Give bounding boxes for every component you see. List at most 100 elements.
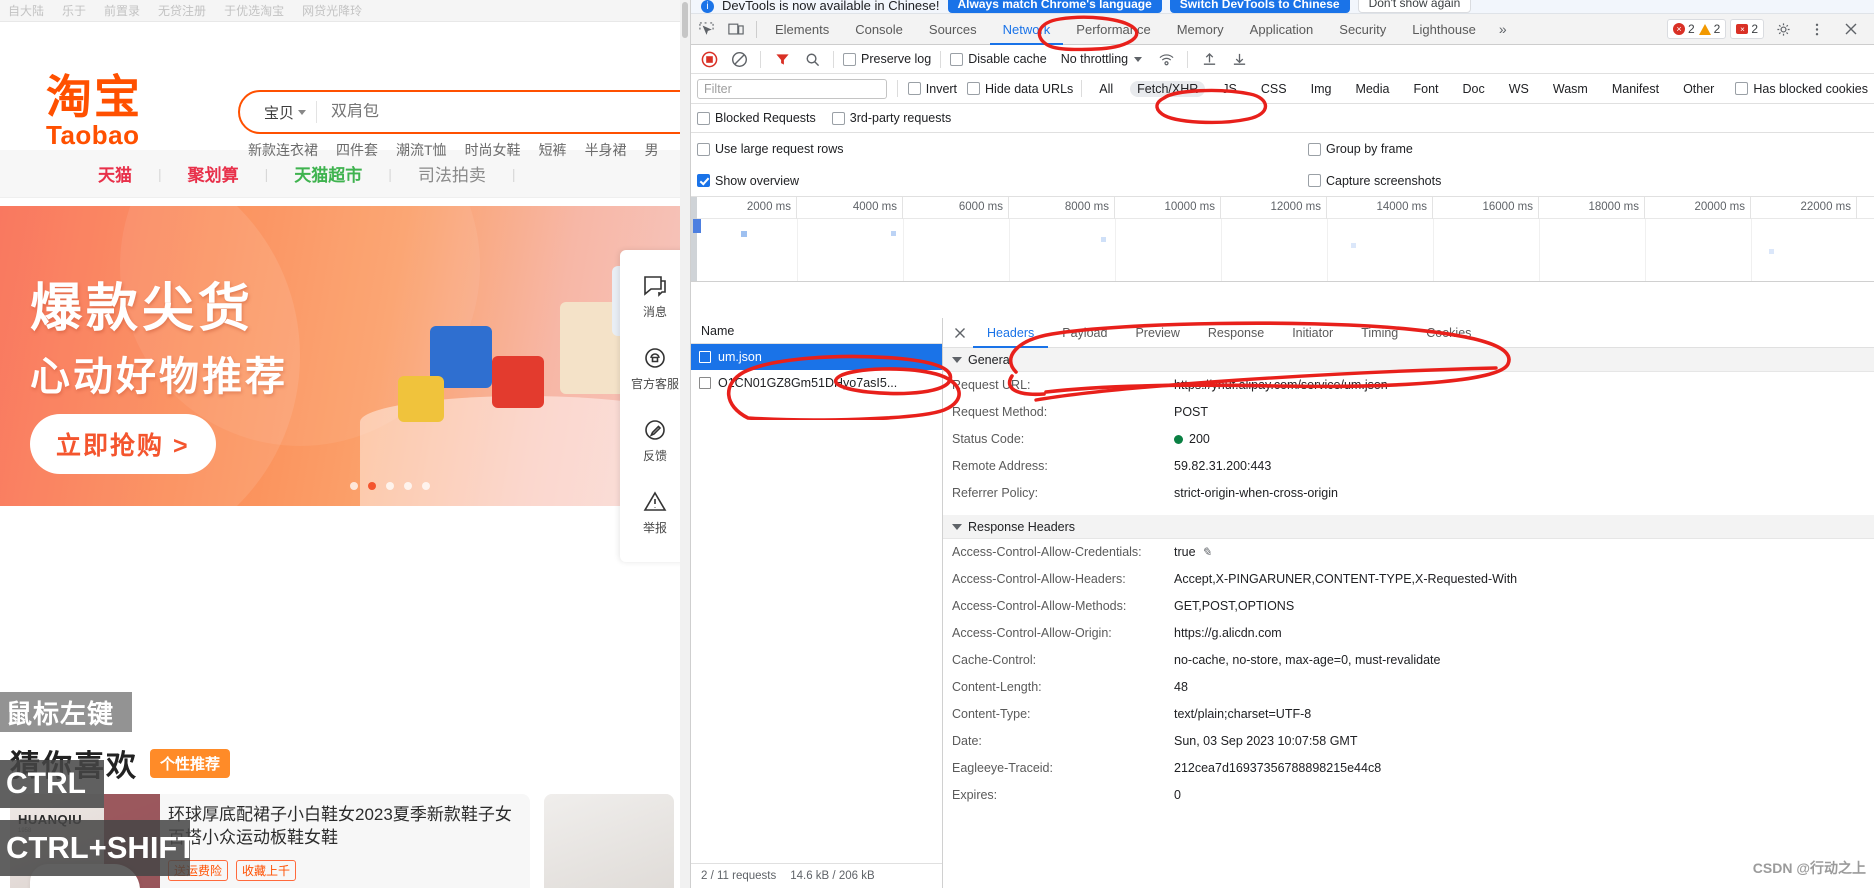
- filter-type-media[interactable]: Media: [1348, 81, 1396, 97]
- page-scrollbar[interactable]: [680, 0, 690, 888]
- product-card[interactable]: [544, 794, 674, 888]
- clear-icon[interactable]: [727, 47, 751, 71]
- topbar-item[interactable]: 无贷注册: [158, 2, 206, 19]
- filter-type-ws[interactable]: WS: [1502, 81, 1536, 97]
- request-checkbox[interactable]: [699, 351, 711, 363]
- device-toolbar-icon[interactable]: [721, 14, 751, 44]
- detail-tab-preview[interactable]: Preview: [1121, 318, 1193, 348]
- hotword-link[interactable]: 新款连衣裙: [248, 140, 318, 160]
- disable-cache-checkbox[interactable]: Disable cache: [950, 52, 1047, 66]
- filter-type-wasm[interactable]: Wasm: [1546, 81, 1595, 97]
- filter-type-fetch-xhr[interactable]: Fetch/XHR: [1130, 80, 1206, 97]
- tab-performance[interactable]: Performance: [1063, 14, 1163, 45]
- preserve-log-checkbox[interactable]: Preserve log: [843, 52, 931, 66]
- filter-type-js[interactable]: JS: [1215, 81, 1244, 97]
- tab-security[interactable]: Security: [1326, 14, 1399, 45]
- tab-network[interactable]: Network: [990, 14, 1064, 45]
- search-category-selector[interactable]: 宝贝: [240, 102, 316, 123]
- message-badge[interactable]: × 2: [1736, 22, 1758, 36]
- export-har-icon[interactable]: [1227, 47, 1251, 71]
- promo-banner[interactable]: 爆款尖货 心动好物推荐 立即抢购 >: [0, 206, 690, 506]
- hotword-link[interactable]: 男: [645, 140, 659, 160]
- detail-tab-response[interactable]: Response: [1194, 318, 1278, 348]
- tab-console[interactable]: Console: [842, 14, 916, 45]
- search-icon[interactable]: [800, 47, 824, 71]
- inspect-element-icon[interactable]: [691, 14, 721, 44]
- dont-show-again-button[interactable]: Don't show again: [1357, 0, 1472, 13]
- carousel-dot[interactable]: [404, 482, 412, 490]
- filter-type-manifest[interactable]: Manifest: [1605, 81, 1666, 97]
- page-scrollbar-thumb[interactable]: [682, 2, 688, 38]
- record-stop-icon[interactable]: [697, 47, 721, 71]
- invert-checkbox[interactable]: Invert: [907, 82, 957, 96]
- carousel-dot[interactable]: [350, 482, 358, 490]
- personalized-tag[interactable]: 个性推荐: [150, 748, 231, 778]
- hotword-link[interactable]: 半身裙: [585, 140, 627, 160]
- search-box[interactable]: 宝贝: [238, 90, 690, 134]
- detail-tab-cookies[interactable]: Cookies: [1412, 318, 1485, 348]
- topbar-item[interactable]: 自大陆: [8, 2, 44, 19]
- blocked-requests-checkbox[interactable]: Blocked Requests: [697, 111, 816, 125]
- error-badge[interactable]: × 2: [1672, 22, 1695, 36]
- filter-type-other[interactable]: Other: [1676, 81, 1721, 97]
- throttling-dropdown[interactable]: No throttling: [1061, 52, 1143, 66]
- hotword-link[interactable]: 潮流T恤: [396, 140, 447, 160]
- hotword-link[interactable]: 四件套: [336, 140, 378, 160]
- filter-type-font[interactable]: Font: [1406, 81, 1445, 97]
- product-title[interactable]: 环球厚底配裙子小白鞋女2023夏季新款鞋子女百搭小众运动板鞋女鞋: [168, 804, 522, 850]
- request-list-header[interactable]: Name: [691, 318, 942, 344]
- detail-tab-initiator[interactable]: Initiator: [1278, 318, 1347, 348]
- warning-badge[interactable]: 2: [1698, 22, 1720, 36]
- capture-screenshots-checkbox[interactable]: Capture screenshots: [1308, 174, 1441, 188]
- use-large-rows-checkbox[interactable]: Use large request rows: [697, 142, 844, 156]
- request-checkbox[interactable]: [699, 377, 711, 389]
- filter-icon[interactable]: [770, 47, 794, 71]
- overview-left-handle[interactable]: [691, 197, 697, 281]
- taobao-logo[interactable]: 淘宝 Taobao: [46, 74, 142, 148]
- table-row[interactable]: um.json: [691, 344, 942, 370]
- topbar-item[interactable]: 网贷光降玲: [302, 2, 362, 19]
- section-header-response-headers[interactable]: Response Headers: [943, 515, 1874, 539]
- topbar-item[interactable]: 前置录: [104, 2, 140, 19]
- table-row[interactable]: O1CN01GZ8Gm51DHyo7asI5...: [691, 370, 942, 396]
- network-overview-timeline[interactable]: 2000 ms 4000 ms 6000 ms 8000 ms 10000 ms…: [691, 197, 1874, 282]
- tab-application[interactable]: Application: [1237, 14, 1327, 45]
- tab-sources[interactable]: Sources: [916, 14, 990, 45]
- switch-devtools-chinese-button[interactable]: Switch DevTools to Chinese: [1169, 0, 1350, 13]
- filter-type-doc[interactable]: Doc: [1456, 81, 1492, 97]
- wifi-icon[interactable]: [1154, 47, 1178, 71]
- detail-tab-timing[interactable]: Timing: [1347, 318, 1412, 348]
- hotword-link[interactable]: 短裤: [539, 140, 567, 160]
- messages-badge-group[interactable]: × 2: [1730, 19, 1764, 39]
- hide-data-urls-checkbox[interactable]: Hide data URLs: [967, 82, 1073, 96]
- section-header-general[interactable]: General: [943, 348, 1874, 372]
- filter-type-all[interactable]: All: [1092, 81, 1120, 97]
- topbar-item[interactable]: 于优选淘宝: [224, 2, 284, 19]
- filter-input[interactable]: Filter: [697, 78, 887, 99]
- tab-lighthouse[interactable]: Lighthouse: [1399, 14, 1489, 45]
- channel-tmall-supermarket[interactable]: 天猫超市: [268, 161, 388, 186]
- group-by-frame-checkbox[interactable]: Group by frame: [1308, 142, 1413, 156]
- show-overview-checkbox[interactable]: Show overview: [697, 174, 799, 188]
- more-tabs-icon[interactable]: »: [1489, 21, 1517, 37]
- edit-pencil-icon[interactable]: ✎: [1202, 542, 1212, 563]
- filter-type-css[interactable]: CSS: [1254, 81, 1294, 97]
- tab-elements[interactable]: Elements: [762, 14, 842, 45]
- hotword-link[interactable]: 时尚女鞋: [465, 140, 521, 160]
- third-party-requests-checkbox[interactable]: 3rd-party requests: [831, 111, 951, 125]
- carousel-dot[interactable]: [422, 482, 430, 490]
- close-devtools-icon[interactable]: [1836, 14, 1866, 44]
- banner-cta-button[interactable]: 立即抢购 >: [30, 414, 216, 474]
- tab-memory[interactable]: Memory: [1164, 14, 1237, 45]
- carousel-dot-active[interactable]: [368, 482, 376, 490]
- carousel-dot[interactable]: [386, 482, 394, 490]
- channel-tmall[interactable]: 天猫: [72, 161, 158, 186]
- filter-type-img[interactable]: Img: [1304, 81, 1339, 97]
- detail-tab-payload[interactable]: Payload: [1048, 318, 1121, 348]
- gear-icon[interactable]: [1768, 14, 1798, 44]
- search-input[interactable]: [317, 103, 690, 121]
- channel-judicial-auction[interactable]: 司法拍卖: [392, 161, 512, 186]
- kebab-menu-icon[interactable]: [1802, 14, 1832, 44]
- channel-juhuasuan[interactable]: 聚划算: [162, 161, 265, 186]
- import-har-icon[interactable]: [1197, 47, 1221, 71]
